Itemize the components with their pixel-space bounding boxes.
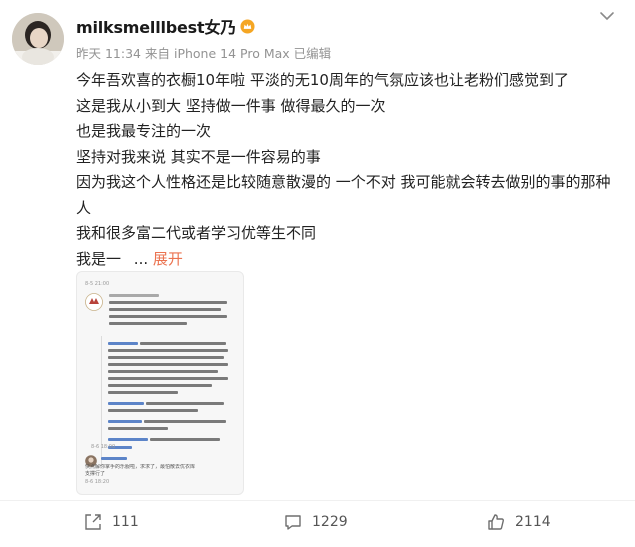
more-chevron-icon[interactable] — [596, 8, 618, 24]
post-content: 今年吾欢喜的衣橱10年啦 平淡的无10周年的气氛应该也让老粉们感觉到了 这是我从… — [76, 68, 621, 272]
like-count: 2114 — [515, 514, 551, 530]
post-meta: 昨天 11:34 来自 iPhone 14 Pro Max 已编辑 — [76, 43, 331, 62]
weibo-post-card: milksmelllbest女乃 昨天 11:34 来自 iPhone 14 P… — [0, 0, 635, 546]
expand-link[interactable]: 展开 — [153, 250, 183, 268]
thumb-mid-timestamp: 8-6 18:00 — [91, 444, 116, 450]
ellipsis: ... — [133, 249, 149, 268]
content-line: 我和很多富二代或者学习优等生不同 — [76, 224, 317, 242]
content-line: 这是我从小到大 坚持做一件事 做得最久的一次 — [76, 96, 386, 115]
username[interactable]: milksmelllbest女乃 — [76, 14, 236, 38]
thumb-bottom-timestamp: 8-6 18:20 — [85, 479, 110, 485]
thumb-bottom-caption-1: 快点解你掌手的乐服啦，求求了，最怕散去优衣库 — [85, 464, 196, 470]
content-last-line: 我是一 ... 展开 — [76, 247, 621, 273]
edited-label[interactable]: 已编辑 — [294, 43, 332, 62]
vip-crown-icon — [240, 18, 255, 34]
thumbs-up-icon — [488, 514, 504, 530]
brand-logo-icon — [85, 293, 103, 311]
comment-count: 1229 — [312, 514, 348, 530]
content-truncated-text: 我是一 — [76, 249, 122, 268]
action-bar: 111 1229 2114 — [0, 500, 635, 547]
content-line: 今年吾欢喜的衣橱10年啦 平淡的无10周年的气氛应该也让老粉们感觉到了 — [76, 71, 569, 89]
thumb-bottom-caption-2: 支撑行了 — [85, 471, 106, 477]
like-button[interactable]: 2114 — [487, 513, 551, 531]
username-row: milksmelllbest女乃 — [76, 14, 255, 38]
comment-block — [101, 336, 236, 466]
share-icon — [85, 514, 101, 530]
content-line: 因为我这个人性格还是比较随意散漫的 一个不对 我可能就会转去做别的事的那种 — [76, 173, 611, 191]
repost-button[interactable]: 111 — [84, 513, 139, 531]
post-source: 来自 iPhone 14 Pro Max — [145, 46, 290, 61]
avatar-image — [12, 13, 64, 65]
thumb-top-timestamp: 8-5 21:00 — [85, 281, 110, 287]
comment-button[interactable]: 1229 — [284, 513, 348, 531]
bottom-comment: 快点解你掌手的乐服啦，求求了，最怕散去优衣库 支撑行了 8-6 18:20 — [85, 457, 235, 487]
comment-icon — [285, 515, 301, 530]
chat-bubble — [107, 292, 231, 332]
content-line: 也是我最专注的一次 — [76, 122, 212, 140]
avatar[interactable] — [12, 13, 64, 65]
repost-count: 111 — [112, 514, 139, 530]
post-image-thumbnail[interactable]: 8-5 21:00 8-6 18:00 快点解你掌手的乐服啦，求求了，最怕散去优… — [76, 271, 244, 495]
post-time[interactable]: 昨天 11:34 — [76, 43, 141, 62]
content-line: 坚持对我来说 其实不是一件容易的事 — [76, 147, 321, 166]
content-line: 人 — [76, 198, 92, 217]
